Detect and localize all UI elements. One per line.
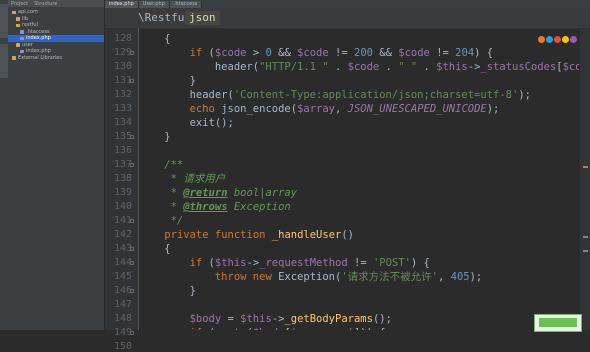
- code-line: }: [139, 75, 196, 87]
- code-line: echo json_encode($array, JSON_UNESCAPED_…: [189, 103, 500, 115]
- line-number: 144: [113, 257, 132, 268]
- code-line: */: [139, 215, 184, 227]
- fold-marker-icon[interactable]: [130, 331, 134, 335]
- fold-marker-icon[interactable]: [130, 135, 134, 139]
- ie-icon[interactable]: [546, 36, 553, 43]
- code-line: header('Content-Type:application/json;ch…: [139, 89, 531, 101]
- code-line: if (empty($body['username'])) {: [139, 326, 386, 330]
- code-line: {: [139, 33, 171, 45]
- line-number: 131: [113, 75, 132, 86]
- line-number: 138: [113, 173, 132, 184]
- fold-marker-icon[interactable]: [130, 261, 134, 265]
- folder-icon: [16, 43, 20, 47]
- code-line: * @throws Exception: [139, 201, 291, 213]
- editor-tab-bar: index.php User.php .htaccess: [105, 0, 590, 8]
- line-number: 135: [113, 131, 132, 142]
- line-number: 145: [113, 271, 132, 282]
- structure-tool-tab[interactable]: [0, 44, 8, 78]
- line-number: 142: [113, 229, 132, 240]
- code-line: $body = $this->_getBodyParams();: [189, 313, 392, 325]
- project-tree: api.com lib restful .htaccess index.php user i…: [8, 7, 104, 61]
- code-line: }: [139, 285, 196, 297]
- code-line: * 请求用户: [139, 173, 226, 185]
- breadcrumb: \Restful json: [105, 8, 590, 29]
- code-line: * @return bool|array: [139, 187, 298, 199]
- line-number: 147: [113, 299, 132, 310]
- php-file-icon: [20, 36, 24, 40]
- folder-icon: [16, 23, 20, 27]
- fold-marker-icon[interactable]: [130, 247, 134, 251]
- line-number: 148: [113, 313, 132, 324]
- tab-htaccess[interactable]: .htaccess: [169, 1, 203, 8]
- project-panel: Project Structure api.com lib restful .htac…: [8, 0, 105, 330]
- line-number: 134: [113, 117, 132, 128]
- browser-preview-icons: [538, 36, 577, 43]
- project-tool-tab[interactable]: [0, 4, 8, 38]
- chrome-icon[interactable]: [562, 36, 569, 43]
- tab-index-php[interactable]: index.php: [105, 1, 139, 8]
- line-number: 129: [113, 47, 132, 58]
- breadcrumb-method[interactable]: json: [185, 11, 220, 25]
- fold-marker-icon[interactable]: [130, 79, 134, 83]
- line-number: 141: [113, 215, 132, 226]
- line-number: 140: [113, 201, 132, 212]
- code-line: if ($code > 0 && $code != 200 && $code !…: [189, 47, 494, 59]
- folder-icon: [12, 10, 16, 14]
- line-number: 149: [113, 327, 132, 338]
- project-tab[interactable]: Project: [11, 1, 28, 7]
- line-number: 130: [113, 61, 132, 72]
- line-number: 143: [113, 243, 132, 254]
- opera-icon[interactable]: [554, 36, 561, 43]
- breadcrumb-class[interactable]: \Restful: [138, 11, 191, 25]
- tree-item-label: api.com: [18, 9, 38, 15]
- code-line: header("HTTP/1.1 " . $code . " " . $this…: [139, 61, 579, 73]
- line-number: 132: [113, 89, 132, 100]
- code-line: /**: [139, 159, 184, 171]
- tab-user-php[interactable]: User.php: [138, 1, 170, 8]
- safari-icon[interactable]: [570, 36, 577, 43]
- folder-icon: [16, 17, 20, 21]
- scroll-marker[interactable]: [583, 250, 588, 252]
- line-number: 146: [113, 285, 132, 296]
- php-file-icon: [20, 30, 24, 34]
- fold-marker-icon[interactable]: [130, 51, 134, 55]
- project-panel-header: Project Structure: [8, 0, 104, 7]
- line-number: 128: [113, 33, 132, 44]
- line-number: 136: [113, 145, 132, 156]
- code-editor[interactable]: { if ($code > 0 && $code != 200 && $code…: [139, 28, 579, 330]
- fold-marker-icon[interactable]: [130, 219, 134, 223]
- scroll-marker[interactable]: [583, 236, 588, 238]
- structure-tab[interactable]: Structure: [34, 1, 57, 7]
- line-number: 139: [113, 187, 132, 198]
- line-number: 150: [113, 341, 132, 352]
- editor-scrollbar[interactable]: [580, 28, 590, 330]
- code-line: throw new Exception('请求方法不被允许', 405);: [214, 271, 483, 283]
- code-line: if ($this->_requestMethod != 'POST') {: [189, 257, 430, 269]
- firefox-icon[interactable]: [538, 36, 545, 43]
- fold-marker-icon[interactable]: [130, 163, 134, 167]
- code-line: {: [139, 243, 171, 255]
- fold-marker-icon[interactable]: [130, 289, 134, 293]
- line-number: 137: [113, 159, 132, 170]
- tree-item-label: External Libraries: [18, 54, 62, 61]
- folder-icon: [12, 56, 16, 60]
- php-file-icon: [20, 49, 24, 53]
- code-line: }: [139, 131, 171, 143]
- tree-item[interactable]: External Libraries: [8, 55, 104, 62]
- code-line: private function _handleUser(): [164, 229, 354, 241]
- scroll-marker[interactable]: [583, 166, 588, 168]
- code-line: exit();: [139, 117, 234, 129]
- overlay-thumbnail: [534, 314, 582, 332]
- line-number: 133: [113, 103, 132, 114]
